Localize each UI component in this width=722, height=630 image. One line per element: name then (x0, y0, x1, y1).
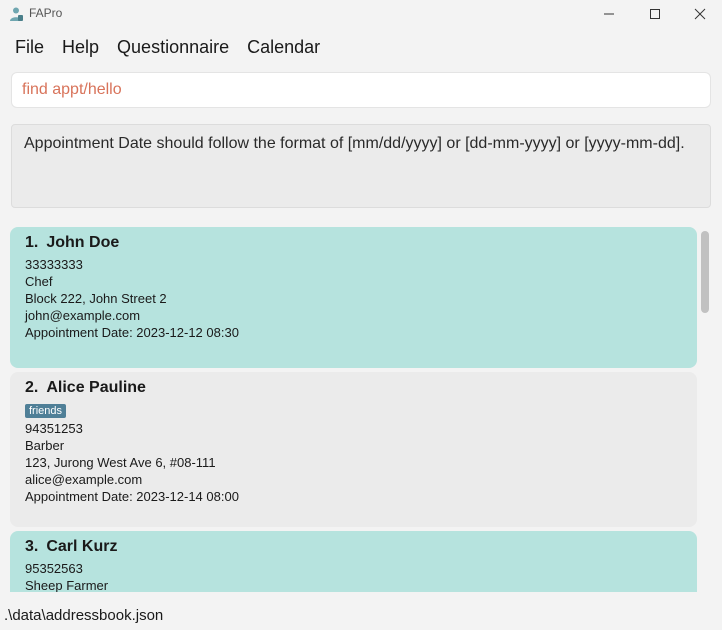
person-email: alice@example.com (25, 472, 143, 487)
person-address: 123, Jurong West Ave 6, #08-111 (25, 455, 216, 470)
person-address: Block 222, John Street 2 (25, 291, 167, 306)
person-occupation: Chef (25, 274, 53, 289)
person-name-row: 1. John Doe (25, 234, 682, 252)
person-index: 1. (25, 234, 39, 251)
minimize-button[interactable] (586, 0, 632, 28)
person-card[interactable]: 2. Alice Pauline friends 94351253 Barber… (10, 372, 697, 527)
status-bar: .\data\addressbook.json (0, 600, 722, 630)
scrollbar-thumb[interactable] (701, 231, 709, 313)
person-appointment: Appointment Date: 2023-12-12 08:30 (25, 325, 239, 340)
person-phone: 94351253 (25, 421, 83, 436)
person-occupation: Barber (25, 438, 65, 453)
person-index: 2. (25, 379, 39, 396)
title-bar: FAPro (0, 0, 722, 28)
menu-questionnaire[interactable]: Questionnaire (108, 33, 238, 62)
person-index: 3. (25, 538, 39, 555)
file-path: .\data\addressbook.json (4, 606, 164, 624)
person-appointment: Appointment Date: 2023-12-14 08:00 (25, 489, 239, 504)
tag-badge: friends (25, 404, 67, 418)
command-box (11, 72, 711, 108)
list-scrollbar[interactable] (699, 229, 711, 589)
person-email: john@example.com (25, 308, 141, 323)
person-name: Carl Kurz (46, 538, 118, 555)
person-occupation: Sheep Farmer (25, 578, 109, 592)
close-button[interactable] (677, 0, 722, 28)
maximize-button[interactable] (632, 0, 678, 28)
window-title: FAPro (29, 6, 63, 20)
command-input[interactable] (22, 81, 700, 99)
close-icon (694, 8, 706, 20)
result-display: Appointment Date should follow the forma… (11, 124, 711, 208)
person-card[interactable]: 3. Carl Kurz 95352563 Sheep Farmer (10, 531, 697, 592)
minimize-icon (604, 13, 614, 15)
tag-row: friends (25, 401, 682, 420)
menu-help[interactable]: Help (53, 33, 108, 62)
person-list[interactable]: 1. John Doe 33333333 Chef Block 222, Joh… (10, 227, 698, 592)
menu-calendar[interactable]: Calendar (238, 33, 329, 62)
person-card[interactable]: 1. John Doe 33333333 Chef Block 222, Joh… (10, 227, 697, 368)
menu-file[interactable]: File (6, 33, 53, 62)
person-phone: 33333333 (25, 257, 83, 272)
person-name-row: 2. Alice Pauline (25, 379, 682, 397)
person-name: Alice Pauline (46, 379, 146, 396)
person-name: John Doe (46, 234, 120, 251)
maximize-icon (650, 9, 660, 19)
person-icon (10, 7, 23, 21)
person-name-row: 3. Carl Kurz (25, 538, 682, 556)
person-phone: 95352563 (25, 561, 83, 576)
menu-bar: File Help Questionnaire Calendar (0, 30, 722, 64)
